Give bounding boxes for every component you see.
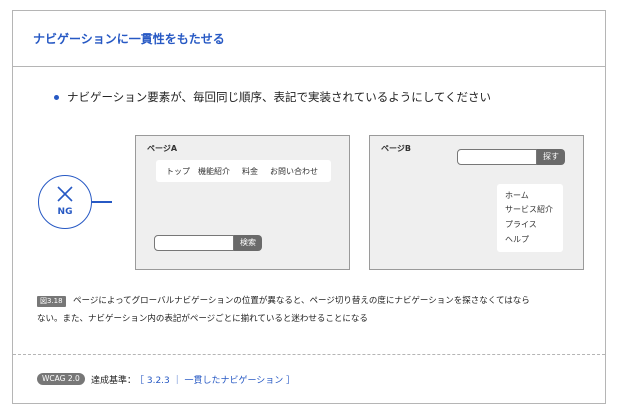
- figure-number: 図3.18: [37, 296, 66, 307]
- figure-caption-line-1: ページによってグローバルナビゲーションの位置が異なると、ページ切り替えの度にナビ…: [73, 296, 530, 306]
- cross-icon: [57, 186, 73, 202]
- page-b-label: ページB: [381, 144, 411, 153]
- bullet-dot-icon: [54, 95, 59, 100]
- page-a-search-input[interactable]: [154, 235, 234, 251]
- page-a-nav-item[interactable]: お問い合わせ: [270, 166, 318, 177]
- page-a-nav-item[interactable]: 機能紹介: [198, 166, 230, 177]
- page-b-nav-item[interactable]: ヘルプ: [505, 234, 529, 245]
- page-b-search-input[interactable]: [457, 149, 537, 165]
- divider: [13, 354, 605, 355]
- page-a-search-button[interactable]: 検索: [234, 235, 262, 251]
- title-bar: ナビゲーションに一貫性をもたせる: [13, 11, 605, 67]
- page-b-mock: ページB 探す ホーム サービス紹介 プライス ヘルプ: [369, 135, 584, 270]
- page-a-mock: ページA トップ 機能紹介 料金 お問い合わせ 検索: [135, 135, 350, 270]
- page-a-nav-item[interactable]: トップ: [166, 166, 190, 177]
- page-a-global-nav: トップ 機能紹介 料金 お問い合わせ: [156, 160, 331, 182]
- page-b-nav-item[interactable]: サービス紹介: [505, 204, 553, 215]
- ng-label: NG: [57, 207, 73, 217]
- page-a-label: ページA: [147, 144, 178, 153]
- page-b-search-button[interactable]: 探す: [537, 149, 565, 165]
- criterion-label: 達成基準：: [91, 376, 137, 386]
- wcag-version-badge: WCAG 2.0: [37, 373, 85, 385]
- figure-caption-line-2: ない。また、ナビゲーション内の表記がページごとに揃れていると迷わせることになる: [37, 314, 368, 324]
- guideline-bullet: ナビゲーション要素が、毎回同じ順序、表記で実装されているようにしてください: [67, 90, 492, 104]
- page-a-nav-item[interactable]: 料金: [242, 166, 258, 177]
- page-b-nav-item[interactable]: ホーム: [505, 190, 529, 201]
- ng-connector: [92, 201, 112, 203]
- page-b-nav-item[interactable]: プライス: [505, 219, 537, 230]
- criterion-link[interactable]: ［ 3.2.3 ｜ 一貫したナビゲーション ］: [135, 373, 295, 386]
- page-b-global-nav: ホーム サービス紹介 プライス ヘルプ: [497, 184, 563, 252]
- ng-badge: NG: [38, 175, 92, 229]
- guideline-title: ナビゲーションに一貫性をもたせる: [33, 32, 225, 46]
- guideline-card: ナビゲーションに一貫性をもたせる ナビゲーション要素が、毎回同じ順序、表記で実装…: [12, 10, 606, 404]
